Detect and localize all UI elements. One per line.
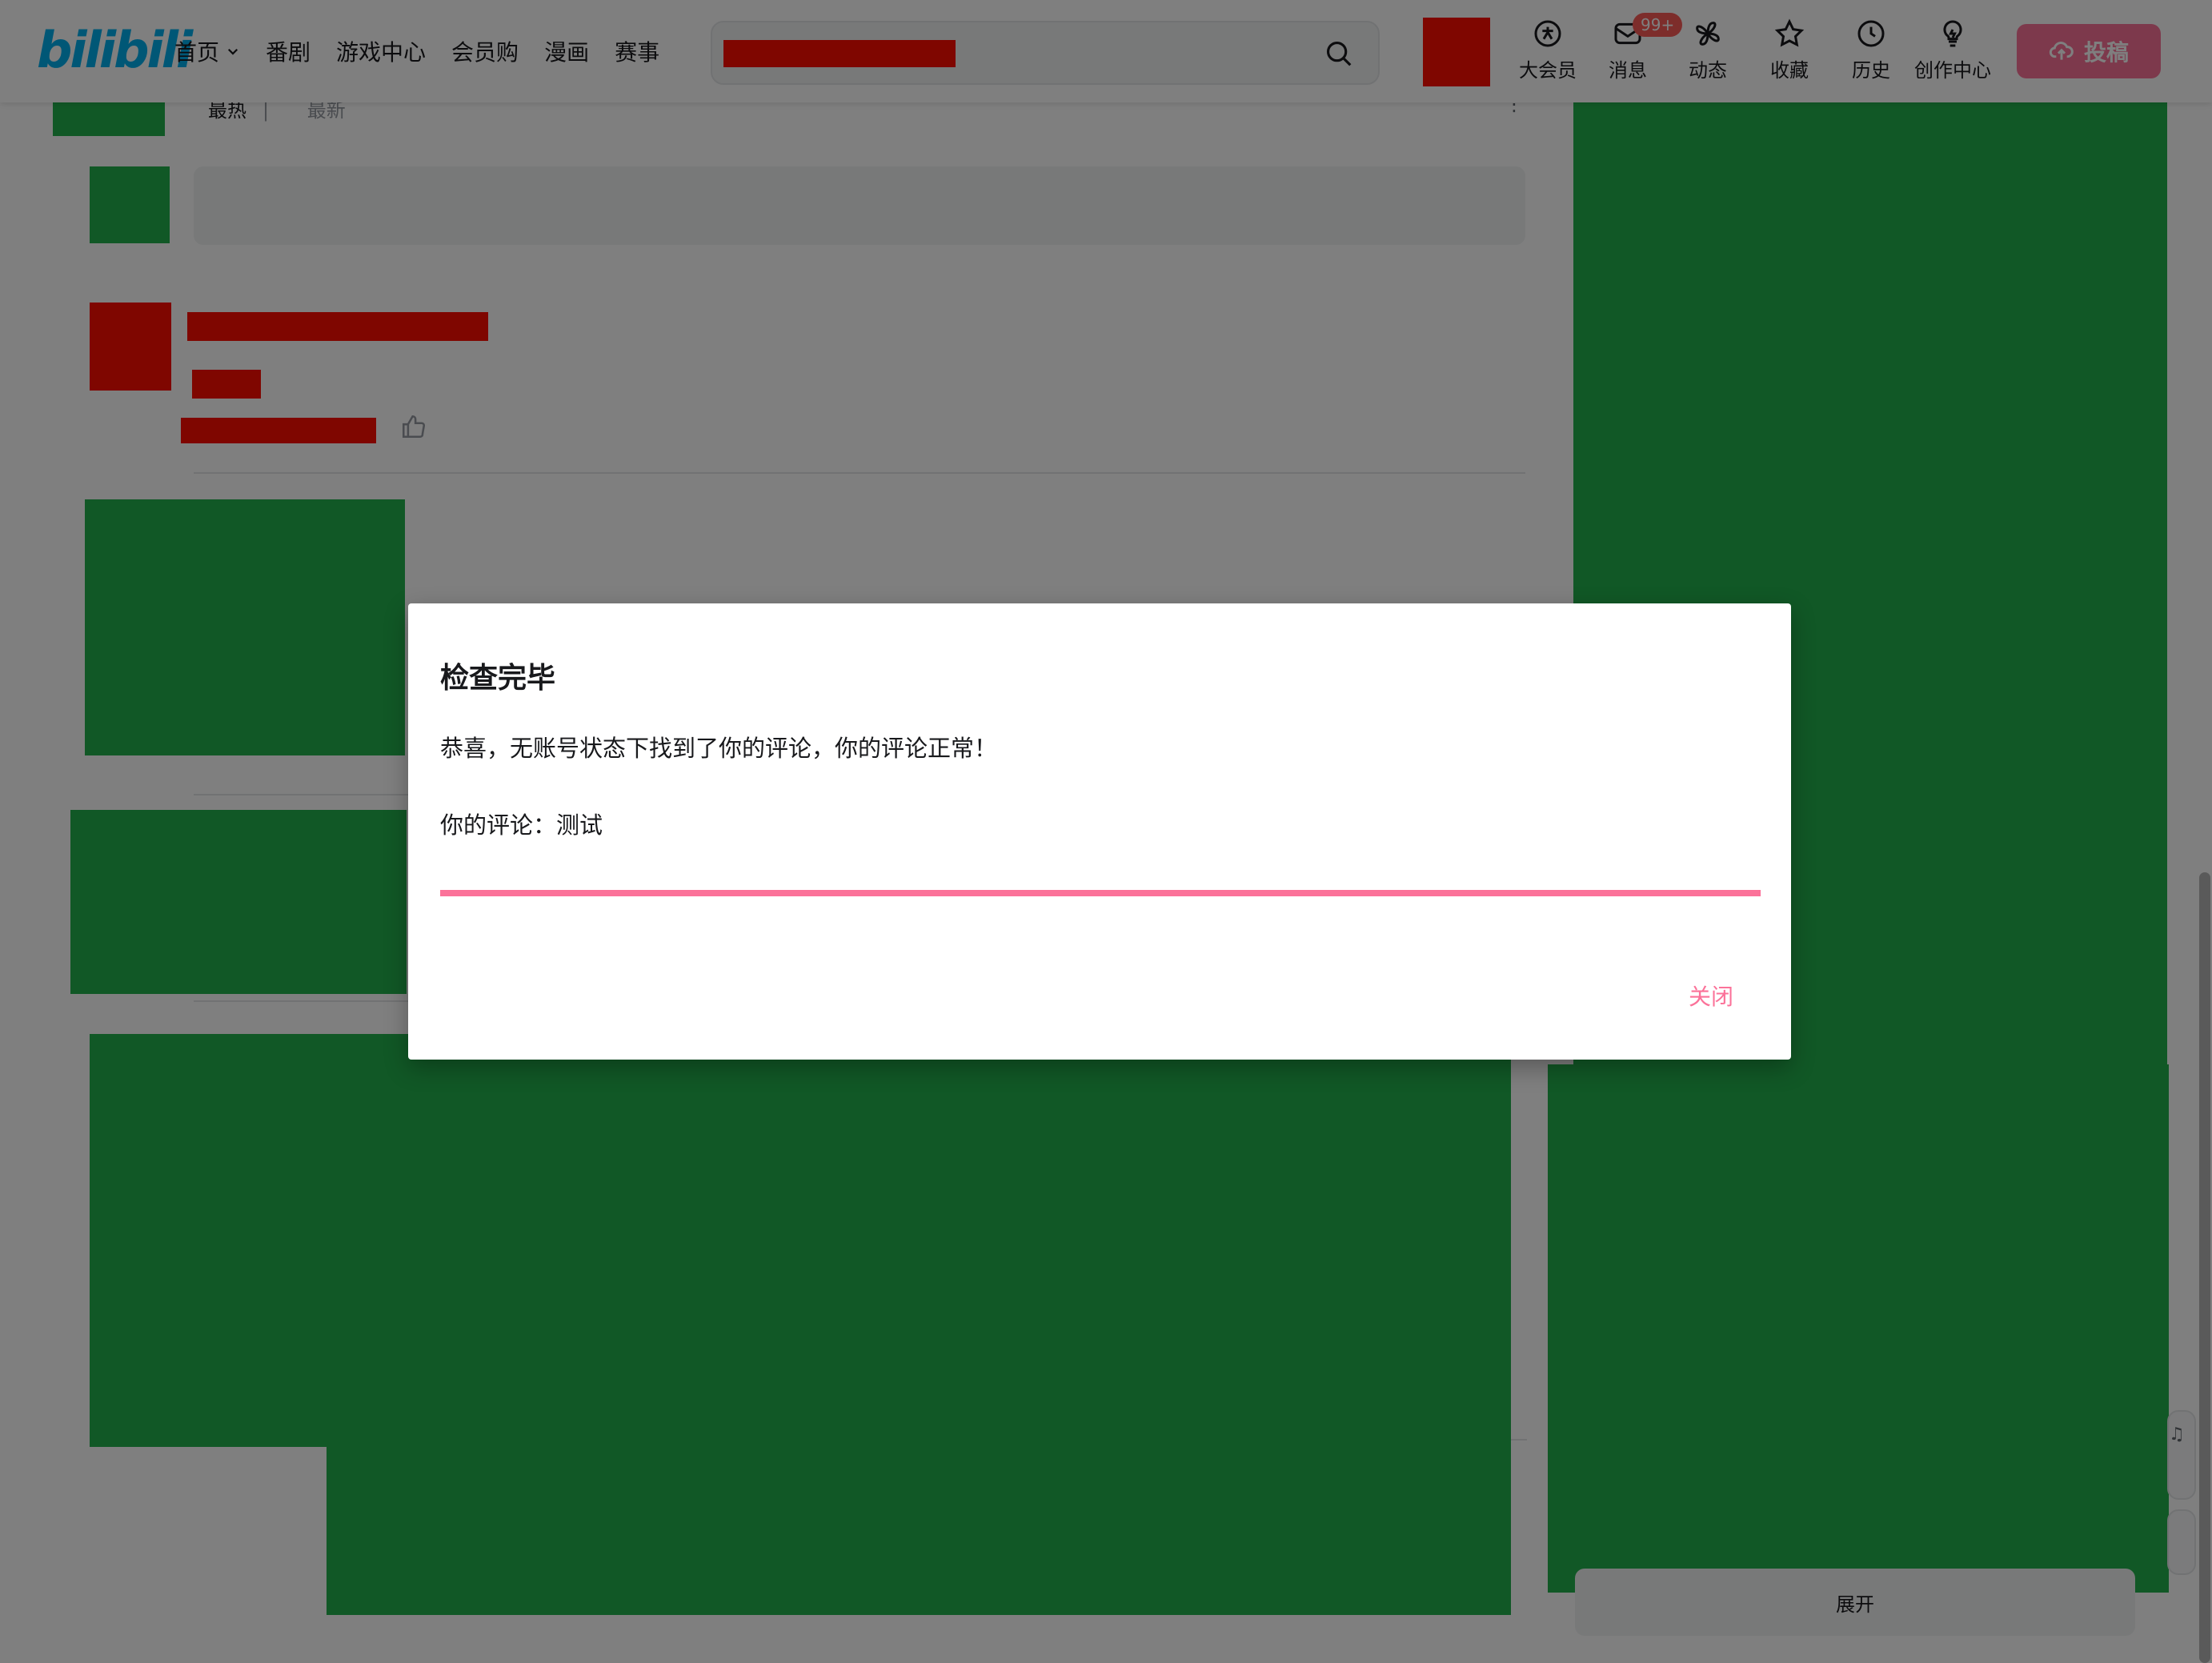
dialog-message: 恭喜，无账号状态下找到了你的评论，你的评论正常！ bbox=[440, 735, 998, 762]
check-result-dialog: 检查完毕 恭喜，无账号状态下找到了你的评论，你的评论正常！ 你的评论：测试 关闭 bbox=[408, 603, 1791, 1060]
progress-bar bbox=[440, 890, 1761, 896]
dialog-title: 检查完毕 bbox=[440, 662, 556, 695]
dialog-comment-line: 你的评论：测试 bbox=[440, 811, 603, 839]
close-button[interactable]: 关闭 bbox=[1689, 980, 1733, 1012]
progress-bar-fill bbox=[440, 890, 1761, 896]
